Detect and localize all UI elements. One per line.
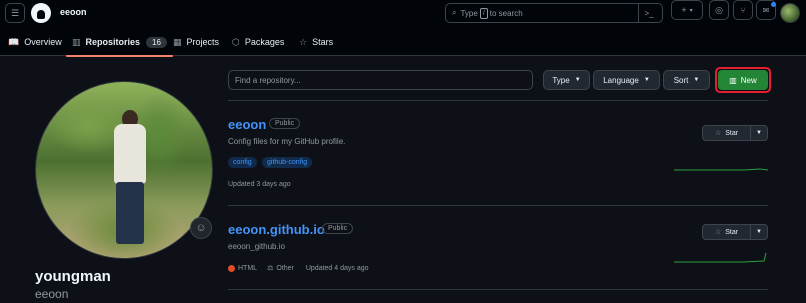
search-suffix: to search (489, 8, 523, 18)
search-shortcut: / (479, 7, 488, 19)
sort-button[interactable]: Sort ▼ (663, 70, 710, 90)
chevron-down-icon: ▼ (574, 77, 581, 83)
language-label: HTML (238, 264, 258, 272)
new-button-highlight: ▥ New (715, 67, 771, 93)
star-main[interactable]: ☆ Star (703, 126, 751, 140)
license-label: Other (276, 264, 294, 272)
repo-meta: Updated 3 days ago (228, 181, 291, 188)
search-icon: ⌕ (452, 8, 457, 17)
repo-name-link[interactable]: eeoon (228, 117, 266, 132)
visibility-badge: Public (322, 223, 354, 234)
create-new-button[interactable]: + ▾ (671, 0, 703, 20)
git-pull-request-icon: ⑂ (740, 5, 746, 15)
language-color-dot (228, 264, 235, 272)
terminal-icon: >_ (644, 8, 654, 18)
activity-sparkline (674, 252, 767, 263)
chevron-down-icon: ▼ (756, 130, 762, 136)
book-icon: 📖 (8, 36, 20, 47)
owner-link[interactable]: eeoon (60, 7, 87, 17)
star-button[interactable]: ☆ Star ▼ (702, 224, 768, 240)
chevron-down-icon: ▼ (693, 77, 700, 83)
star-icon: ☆ (714, 229, 722, 236)
search-input[interactable]: ⌕ Type / to search (445, 3, 663, 23)
star-icon: ☆ (714, 130, 722, 137)
type-filter-label: Type (552, 75, 570, 85)
divider (228, 100, 768, 101)
star-icon: ☆ (299, 36, 308, 47)
type-filter-button[interactable]: Type ▼ (543, 70, 590, 90)
plus-icon: + (681, 5, 687, 15)
repo-count-badge: 16 (146, 36, 167, 48)
notification-indicator (771, 2, 776, 7)
tab-overview-label: Overview (24, 37, 62, 47)
repo-meta: HTML ⚖ Other Updated 4 days ago (228, 264, 369, 272)
tab-stars[interactable]: ☆ Stars (293, 31, 339, 53)
tab-repositories[interactable]: ▥ Repositories 16 (66, 31, 173, 57)
tab-stars-label: Stars (312, 37, 334, 47)
updated-text: Updated 3 days ago (228, 181, 291, 188)
issues-button[interactable]: ◎ (709, 0, 729, 20)
divider (228, 289, 768, 290)
tab-projects-label: Projects (186, 37, 220, 47)
user-avatar[interactable] (780, 3, 800, 23)
repo-name-link[interactable]: eeoon.github.io (228, 222, 325, 237)
star-list-dropdown[interactable]: ▼ (751, 126, 767, 140)
topic-tag[interactable]: config (228, 157, 257, 168)
chevron-down-icon: ▾ (689, 7, 693, 14)
language-filter-button[interactable]: Language ▼ (593, 70, 660, 90)
search-prefix: Type (460, 8, 478, 18)
tab-repositories-label: Repositories (85, 37, 141, 47)
star-label: Star (725, 228, 739, 236)
issue-opened-icon: ◎ (715, 4, 723, 15)
updated-text: Updated 4 days ago (305, 264, 369, 272)
find-repository-input[interactable] (228, 70, 533, 90)
person-body (114, 124, 146, 184)
person-legs (116, 182, 144, 244)
command-palette-button[interactable]: >_ (638, 4, 659, 22)
tab-overview[interactable]: 📖 Overview (2, 31, 68, 53)
profile-avatar[interactable] (35, 81, 213, 259)
star-main[interactable]: ☆ Star (703, 225, 751, 239)
set-status-button[interactable]: ☺ (190, 217, 212, 239)
topic-tag[interactable]: github-config (262, 157, 313, 168)
github-logo-icon[interactable] (31, 3, 51, 23)
profile-display-name: youngman (35, 268, 111, 285)
repo-description: Config files for my GitHub profile. (228, 137, 346, 146)
new-repository-button[interactable]: ▥ New (718, 70, 768, 90)
star-label: Star (725, 129, 739, 137)
package-icon: ⬡ (232, 36, 240, 47)
profile-login: eeoon (35, 287, 69, 301)
language-filter-label: Language (603, 75, 639, 85)
repo-description: eeoon_github.io (228, 242, 285, 251)
visibility-badge: Public (269, 118, 301, 129)
repo-icon: ▥ (72, 36, 81, 47)
tab-projects[interactable]: ▦ Projects (167, 31, 225, 53)
activity-sparkline (674, 168, 768, 171)
law-icon: ⚖ (267, 265, 274, 272)
inbox-icon: ✉ (762, 5, 770, 15)
tab-packages[interactable]: ⬡ Packages (226, 31, 290, 53)
star-list-dropdown[interactable]: ▼ (751, 225, 767, 239)
divider (228, 205, 768, 206)
table-icon: ▦ (173, 36, 182, 47)
star-button[interactable]: ☆ Star ▼ (702, 125, 768, 141)
tab-packages-label: Packages (244, 37, 285, 47)
repo-icon: ▥ (729, 75, 737, 85)
menu-button[interactable]: ☰ (5, 3, 25, 23)
smiley-icon: ☺ (195, 222, 207, 234)
pull-requests-button[interactable]: ⑂ (733, 0, 753, 20)
chevron-down-icon: ▼ (756, 229, 762, 235)
hamburger-icon: ☰ (10, 7, 20, 18)
sort-label: Sort (673, 75, 689, 85)
chevron-down-icon: ▼ (643, 77, 650, 83)
new-button-label: New (740, 75, 757, 85)
